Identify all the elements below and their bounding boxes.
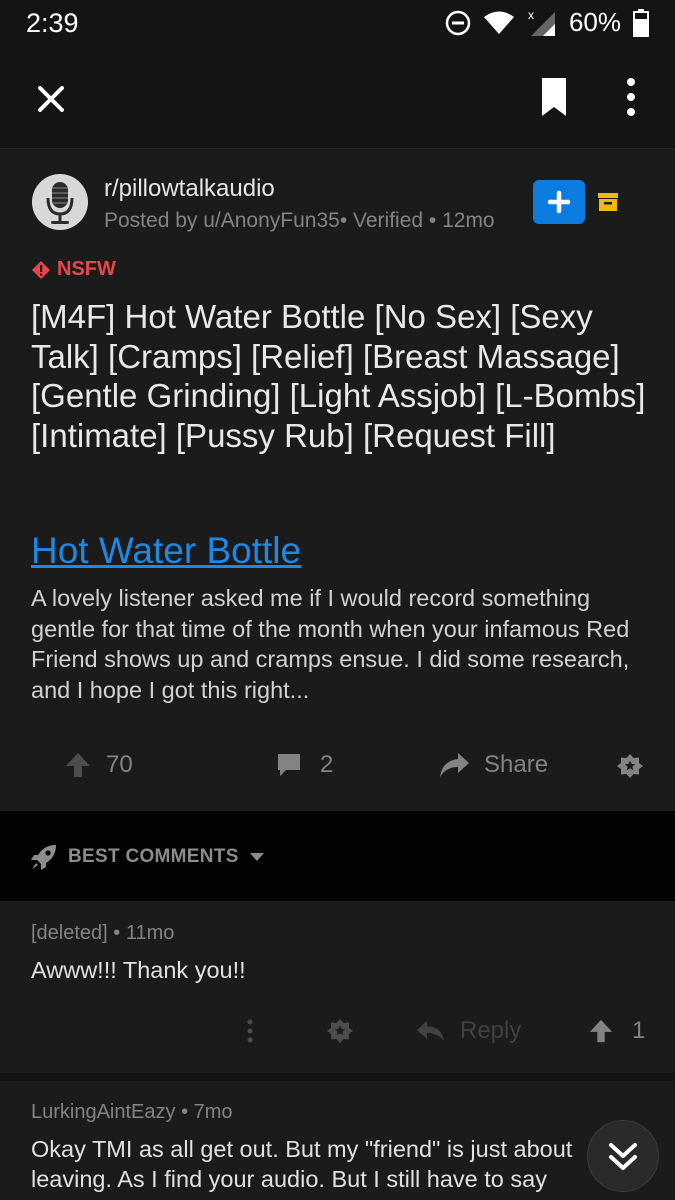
more-vertical-icon[interactable] — [616, 74, 646, 120]
battery-icon — [633, 8, 649, 37]
signal-icon: x — [528, 8, 555, 36]
comment-body: Awww!!! Thank you!! — [31, 957, 246, 983]
share-label: Share — [484, 751, 549, 778]
post-card: r/pillowtalkaudio Posted by u/AnonyFun35… — [0, 149, 675, 811]
post-toolbar — [0, 48, 675, 149]
reply-label: Reply — [460, 1017, 522, 1044]
comment-icon — [278, 754, 300, 776]
award-icon[interactable] — [326, 1017, 354, 1045]
reply-icon — [417, 1021, 444, 1041]
rocket-icon — [31, 845, 56, 870]
comment-actions: Reply 1 — [0, 1011, 675, 1051]
post-actions: 70 2 Share — [0, 744, 675, 790]
more-vertical-icon[interactable] — [240, 1017, 260, 1047]
comment-vote-count: 1 — [632, 1017, 646, 1044]
do-not-disturb-icon — [445, 10, 471, 35]
comments-count: 2 — [320, 751, 334, 778]
post-link[interactable]: Hot Water Bottle — [31, 530, 301, 572]
caret-down-icon — [249, 853, 264, 861]
comment-sort-bar: BEST COMMENTS — [0, 811, 675, 901]
upvote-arrow-icon — [589, 1019, 613, 1043]
comments-button[interactable]: 2 — [276, 751, 333, 779]
microphone-icon — [46, 182, 74, 224]
svg-text:x: x — [528, 8, 534, 22]
upvote-count: 70 — [106, 751, 133, 778]
battery-percentage: 60% — [568, 7, 621, 37]
comment-upvote-button[interactable]: 1 — [588, 1017, 645, 1045]
bookmark-icon[interactable] — [536, 75, 572, 119]
post-meta: Posted by u/AnonyFun35• Verified • 12mo — [104, 209, 495, 232]
status-time: 2:39 — [26, 8, 79, 38]
comment-meta: LurkingAintEazy • 7mo — [31, 1101, 233, 1123]
award-icon[interactable] — [616, 752, 644, 780]
plus-icon — [547, 190, 571, 214]
double-chevron-down-icon — [609, 1143, 637, 1170]
post-title: [M4F] Hot Water Bottle [No Sex] [Sexy Ta… — [31, 298, 646, 454]
comment-body: Okay TMI as all get out. But my "friend"… — [31, 1136, 573, 1192]
reply-button[interactable]: Reply — [416, 1017, 521, 1045]
status-bar: 2:39 x 60% — [0, 0, 675, 48]
join-button[interactable] — [533, 180, 585, 224]
sort-label: BEST COMMENTS — [68, 846, 239, 867]
upvote-arrow-icon — [66, 753, 90, 777]
subreddit-avatar[interactable] — [32, 174, 88, 230]
nsfw-label: NSFW — [57, 258, 116, 280]
upvote-button[interactable]: 70 — [64, 751, 133, 779]
archive-icon — [598, 193, 618, 211]
comment-meta: [deleted] • 11mo — [31, 922, 175, 944]
sort-comments-button[interactable]: BEST COMMENTS — [30, 843, 265, 871]
share-button[interactable]: Share — [438, 751, 548, 779]
close-icon[interactable] — [30, 78, 72, 120]
nsfw-badge: NSFW — [31, 258, 116, 281]
nsfw-warning-icon — [32, 260, 50, 279]
subreddit-name[interactable]: r/pillowtalkaudio — [104, 175, 275, 203]
share-icon — [440, 753, 469, 777]
next-comment-button[interactable] — [587, 1120, 659, 1192]
comment-item: [deleted] • 11mo Awww!!! Thank you!! Rep… — [0, 901, 675, 1073]
comment-item: LurkingAintEazy • 7mo Okay TMI as all ge… — [0, 1081, 675, 1200]
post-body: A lovely listener asked me if I would re… — [31, 585, 630, 703]
wifi-icon — [483, 11, 514, 34]
